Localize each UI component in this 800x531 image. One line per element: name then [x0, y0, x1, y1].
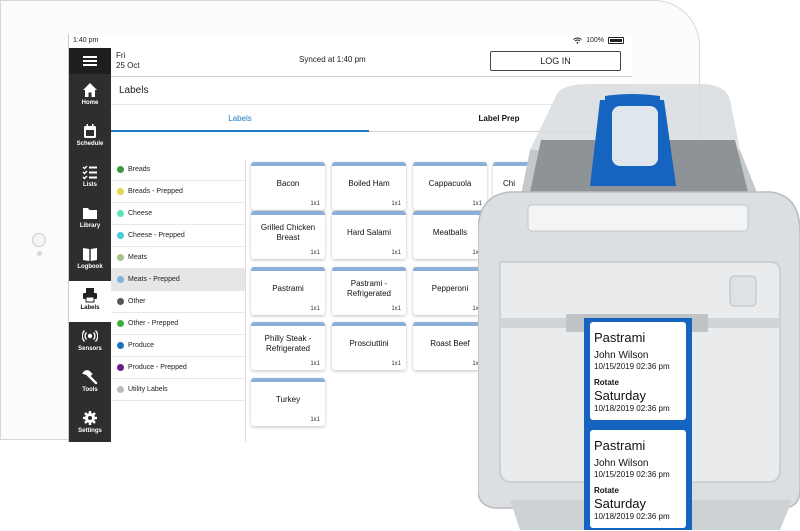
label-card[interactable]: Roast Beef 1x1: [413, 322, 487, 370]
category-item[interactable]: Produce - Prepped: [111, 357, 245, 379]
category-color-dot: [117, 210, 124, 217]
category-color-dot: [117, 298, 124, 305]
printer-icon: [83, 288, 97, 303]
category-color-dot: [117, 386, 124, 393]
category-item[interactable]: Other: [111, 291, 245, 313]
hamburger-icon: [83, 60, 97, 62]
sensor-icon: [82, 330, 98, 342]
hamburger-menu-button[interactable]: [69, 48, 111, 74]
label-card[interactable]: Hard Salami 1x1: [332, 211, 406, 259]
label-card[interactable]: Prosciuttini 1x1: [332, 322, 406, 370]
label-printer-illustration: Pastrami John Wilson 10/15/2019 02:36 pm…: [478, 84, 800, 530]
category-item[interactable]: Breads - Prepped: [111, 181, 245, 203]
category-item[interactable]: Cheese: [111, 203, 245, 225]
category-list: Breads Breads - Prepped Cheese Cheese - …: [111, 159, 246, 442]
label-card[interactable]: Cappacuola 1x1: [413, 162, 487, 210]
checklist-icon: [82, 165, 97, 180]
calendar-icon: [84, 124, 96, 138]
category-color-dot: [117, 364, 124, 371]
category-color-dot: [117, 254, 124, 261]
category-color-dot: [117, 276, 124, 283]
home-icon: [83, 83, 97, 97]
gear-icon: [83, 411, 97, 425]
label-day: Saturday: [594, 496, 647, 511]
nav-logbook[interactable]: Logbook: [69, 240, 111, 281]
label-card[interactable]: Bacon 1x1: [251, 162, 325, 210]
label-card[interactable]: Turkey 1x1: [251, 378, 325, 426]
category-item[interactable]: Meats: [111, 247, 245, 269]
category-item[interactable]: Utility Labels: [111, 379, 245, 401]
login-button[interactable]: LOG IN: [490, 51, 621, 71]
category-color-dot: [117, 188, 124, 195]
nav-schedule[interactable]: Schedule: [69, 117, 111, 158]
category-item[interactable]: Produce: [111, 335, 245, 357]
sidebar: Home Schedule Lists Library Logbook Labe…: [69, 48, 111, 442]
divider: [111, 76, 632, 77]
category-color-dot: [117, 342, 124, 349]
battery-percent: 100%: [586, 37, 604, 44]
wifi-icon: [573, 37, 582, 44]
label-use-by: 10/18/2019 02:36 pm: [594, 512, 670, 521]
folder-icon: [83, 208, 97, 219]
label-rotate: Rotate: [594, 486, 619, 495]
status-bar: 1:40 pm 100%: [69, 34, 632, 48]
label-card[interactable]: Boiled Ham 1x1: [332, 162, 406, 210]
nav-lists[interactable]: Lists: [69, 158, 111, 199]
page-title: Labels: [119, 85, 149, 96]
date-date: 25 Oct: [116, 61, 140, 70]
nav-labels[interactable]: Labels: [69, 281, 111, 322]
camera: [37, 251, 42, 256]
nav-sensors[interactable]: Sensors: [69, 322, 111, 363]
category-color-dot: [117, 320, 124, 327]
category-item[interactable]: Breads: [111, 159, 245, 181]
home-button[interactable]: [32, 233, 46, 247]
category-item-selected[interactable]: Meats - Prepped: [111, 269, 245, 291]
book-icon: [83, 248, 97, 261]
label-item: Pastrami: [594, 330, 645, 345]
nav-tools[interactable]: Tools: [69, 363, 111, 404]
label-card[interactable]: Grilled Chicken Breast 1x1: [251, 211, 325, 259]
category-item[interactable]: Cheese - Prepped: [111, 225, 245, 247]
label-person: John Wilson: [594, 350, 648, 361]
label-card[interactable]: Meatballs 1x1: [413, 211, 487, 259]
date-display: Fri 25 Oct: [116, 51, 140, 71]
nav-settings[interactable]: Settings: [69, 404, 111, 442]
category-item[interactable]: Other - Prepped: [111, 313, 245, 335]
nav-library[interactable]: Library: [69, 199, 111, 240]
sync-status: Synced at 1:40 pm: [299, 55, 366, 64]
label-person: John Wilson: [594, 458, 648, 469]
label-rotate: Rotate: [594, 378, 619, 387]
category-color-dot: [117, 232, 124, 239]
label-item: Pastrami: [594, 438, 645, 453]
label-made-date: 10/15/2019 02:36 pm: [594, 470, 670, 479]
battery-icon: [608, 37, 624, 44]
category-color-dot: [117, 166, 124, 173]
label-day: Saturday: [594, 388, 647, 403]
label-made-date: 10/15/2019 02:36 pm: [594, 362, 670, 371]
label-card[interactable]: Philly Steak - Refrigerated 1x1: [251, 322, 325, 370]
label-card[interactable]: Pastrami 1x1: [251, 267, 325, 315]
status-time: 1:40 pm: [73, 37, 99, 44]
label-card[interactable]: Pepperoni 1x1: [413, 267, 487, 315]
tab-labels[interactable]: Labels: [111, 105, 369, 132]
wrench-icon: [82, 370, 98, 385]
label-use-by: 10/18/2019 02:36 pm: [594, 404, 670, 413]
date-day: Fri: [116, 51, 126, 60]
label-card[interactable]: Pastrami - Refrigerated 1x1: [332, 267, 406, 315]
nav-home[interactable]: Home: [69, 76, 111, 117]
